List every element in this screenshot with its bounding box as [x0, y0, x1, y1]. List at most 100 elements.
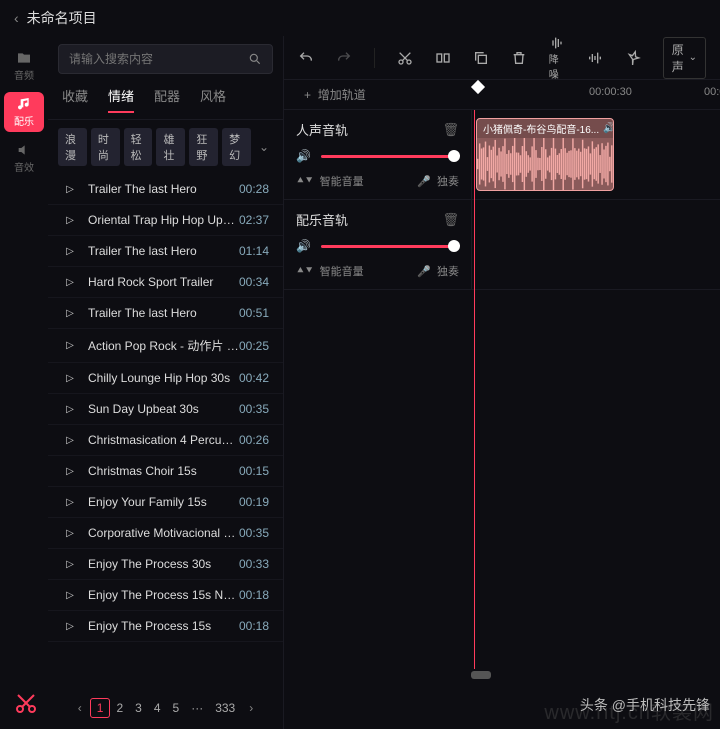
- pager-page[interactable]: ···: [185, 699, 209, 717]
- eq-button[interactable]: [587, 50, 603, 66]
- volume-slider[interactable]: [321, 155, 459, 158]
- tab-style[interactable]: 风格: [200, 86, 226, 113]
- volume-slider[interactable]: [321, 245, 459, 248]
- tab-mood[interactable]: 情绪: [108, 86, 134, 113]
- play-icon[interactable]: ▷: [62, 246, 78, 257]
- play-icon[interactable]: ▷: [62, 466, 78, 477]
- list-item[interactable]: ▷Christmasication 4 Percussi...00:26: [48, 425, 283, 456]
- pager-page[interactable]: 333: [209, 699, 241, 717]
- pin-button[interactable]: [625, 50, 641, 66]
- list-item[interactable]: ▷Trailer The last Hero01:14: [48, 236, 283, 267]
- play-icon[interactable]: ▷: [62, 435, 78, 446]
- trash-icon[interactable]: 🗑: [442, 122, 459, 138]
- copy-button[interactable]: [473, 50, 489, 66]
- pager-page[interactable]: 2: [110, 699, 129, 717]
- add-track-button[interactable]: + 增加轨道: [304, 86, 366, 103]
- track-name: Enjoy The Process 30s: [88, 557, 239, 571]
- play-icon[interactable]: ▷: [62, 404, 78, 415]
- list-item[interactable]: ▷Action Pop Rock - 动作片 I...00:25: [48, 329, 283, 363]
- track-duration: 00:26: [239, 433, 269, 447]
- list-item[interactable]: ▷Sun Day Upbeat 30s00:35: [48, 394, 283, 425]
- end-marker[interactable]: [471, 671, 491, 679]
- undo-button[interactable]: [298, 50, 314, 66]
- track-lane[interactable]: [472, 200, 720, 289]
- pager-page[interactable]: 1: [90, 698, 111, 718]
- waveform: [477, 138, 613, 190]
- smart-volume-button[interactable]: ⯅⯆智能音量: [296, 263, 364, 279]
- time-tick: 00:00:30: [589, 86, 632, 98]
- pill[interactable]: 狂野: [189, 128, 218, 166]
- pager-next[interactable]: ›: [249, 701, 253, 715]
- delete-button[interactable]: [511, 50, 527, 66]
- play-icon[interactable]: ▷: [62, 308, 78, 319]
- redo-button[interactable]: [336, 50, 352, 66]
- play-icon[interactable]: ▷: [62, 340, 78, 351]
- play-icon[interactable]: ▷: [62, 277, 78, 288]
- tab-fav[interactable]: 收藏: [62, 86, 88, 113]
- list-item[interactable]: ▷Oriental Trap Hip Hop Upb...02:37: [48, 205, 283, 236]
- cut-button[interactable]: [397, 50, 413, 66]
- pager-prev[interactable]: ‹: [78, 701, 82, 715]
- track-duration: 00:19: [239, 495, 269, 509]
- list-item[interactable]: ▷Chilly Lounge Hip Hop 30s00:42: [48, 363, 283, 394]
- pager-page[interactable]: 5: [167, 699, 186, 717]
- track-name: Hard Rock Sport Trailer: [88, 275, 239, 289]
- sidebar-item-audio[interactable]: 音频: [4, 46, 44, 86]
- track-header: 人声音轨 🗑 🔊 ⯅⯆智能音量 🎤独奏: [284, 110, 472, 199]
- split-button[interactable]: [435, 50, 451, 66]
- play-icon[interactable]: ▷: [62, 559, 78, 570]
- chevron-down-icon[interactable]: ⌄: [255, 140, 273, 154]
- solo-button[interactable]: 🎤独奏: [417, 263, 459, 279]
- play-icon[interactable]: ▷: [62, 215, 78, 226]
- trash-icon[interactable]: 🗑: [442, 212, 459, 228]
- back-icon[interactable]: ‹: [14, 10, 19, 26]
- search-input[interactable]: [69, 52, 248, 66]
- pill[interactable]: 浪漫: [58, 128, 87, 166]
- list-item[interactable]: ▷Enjoy The Process 30s00:33: [48, 549, 283, 580]
- smart-volume-button[interactable]: ⯅⯆智能音量: [296, 173, 364, 189]
- list-item[interactable]: ▷Trailer The last Hero00:28: [48, 174, 283, 205]
- pager-page[interactable]: 3: [129, 699, 148, 717]
- play-icon[interactable]: ▷: [62, 184, 78, 195]
- voice-dropdown[interactable]: 原声 ⌄: [663, 37, 706, 79]
- clip-title: 小猪佩奇-布谷鸟配音-16...: [483, 121, 599, 136]
- track-duration: 02:37: [239, 213, 269, 227]
- sidebar-item-sfx[interactable]: 音效: [4, 138, 44, 178]
- search-input-wrap[interactable]: [58, 44, 273, 74]
- denoise-button[interactable]: 降噪: [549, 35, 565, 81]
- track-duration: 00:18: [239, 619, 269, 633]
- playhead-handle[interactable]: [471, 80, 485, 94]
- play-icon[interactable]: ▷: [62, 373, 78, 384]
- list-item[interactable]: ▷Corporative Motivacional 3...00:35: [48, 518, 283, 549]
- pill[interactable]: 梦幻: [222, 128, 251, 166]
- solo-button[interactable]: 🎤独奏: [417, 173, 459, 189]
- list-item[interactable]: ▷Enjoy The Process 15s00:18: [48, 611, 283, 642]
- volume-icon[interactable]: 🔊: [296, 239, 311, 253]
- list-item[interactable]: ▷Enjoy Your Family 15s00:19: [48, 487, 283, 518]
- play-icon[interactable]: ▷: [62, 497, 78, 508]
- list-item[interactable]: ▷Christmas Choir 15s00:15: [48, 456, 283, 487]
- category-sidebar: 音频 配乐 音效: [0, 36, 48, 729]
- list-item[interactable]: ▷Hard Rock Sport Trailer00:34: [48, 267, 283, 298]
- play-icon[interactable]: ▷: [62, 621, 78, 632]
- pill[interactable]: 雄壮: [156, 128, 185, 166]
- pager: ‹ 12345···333 ›: [48, 691, 283, 729]
- sidebar-item-music[interactable]: 配乐: [4, 92, 44, 132]
- pill[interactable]: 时尚: [91, 128, 120, 166]
- pager-page[interactable]: 4: [148, 699, 167, 717]
- audio-clip[interactable]: 小猪佩奇-布谷鸟配音-16... 🔊: [476, 118, 614, 191]
- volume-icon[interactable]: 🔊: [296, 149, 311, 163]
- play-icon[interactable]: ▷: [62, 590, 78, 601]
- track-name: Chilly Lounge Hip Hop 30s: [88, 371, 239, 385]
- tab-instr[interactable]: 配器: [154, 86, 180, 113]
- track-lane[interactable]: 小猪佩奇-布谷鸟配音-16... 🔊: [472, 110, 720, 199]
- track-header: 配乐音轨 🗑 🔊 ⯅⯆智能音量 🎤独奏: [284, 200, 472, 289]
- music-icon: [16, 96, 32, 112]
- time-ruler[interactable]: + 增加轨道 00:00:30 00:01:00: [284, 80, 720, 110]
- list-item[interactable]: ▷Enjoy The Process 15s No ...00:18: [48, 580, 283, 611]
- scissors-icon: [14, 691, 38, 715]
- list-item[interactable]: ▷Trailer The last Hero00:51: [48, 298, 283, 329]
- pill[interactable]: 轻松: [124, 128, 153, 166]
- speaker-icon: [16, 142, 32, 158]
- play-icon[interactable]: ▷: [62, 528, 78, 539]
